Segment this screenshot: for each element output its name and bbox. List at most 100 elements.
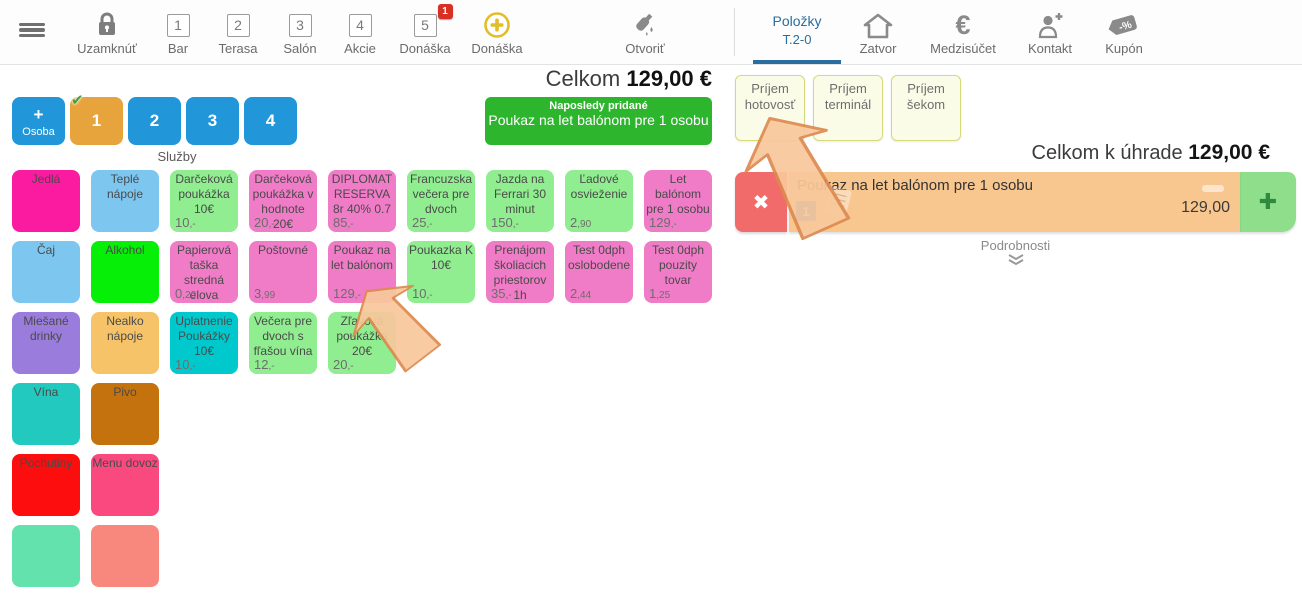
topbar-item-label: Donáška: [471, 41, 522, 56]
topbar-item-terasa[interactable]: 2Terasa: [206, 0, 270, 64]
product-tile[interactable]: Poukaz na let balónom129,-: [328, 241, 396, 303]
table-number-icon: 4: [349, 10, 372, 40]
order-total-value: 129,00 €: [626, 66, 712, 91]
payment-button[interactable]: Príjem hotovosť: [735, 75, 805, 141]
hamburger-icon: [19, 15, 45, 45]
price-placeholder: [1202, 185, 1224, 192]
topbar-item-sublabel: T.2-0: [783, 32, 812, 47]
receipt-item-row: ✖ Poukaz na let balónom pre 1 osobu 1 12…: [735, 172, 1296, 232]
product-grid: JedláTeplé nápojeDarčeková poukážka 10€1…: [12, 170, 712, 596]
topbar-item-kupon[interactable]: -%Kupón: [1089, 0, 1159, 64]
product-tile-price: 10,-: [175, 357, 196, 372]
product-tile[interactable]: [91, 525, 159, 587]
bottle-icon: [631, 10, 659, 40]
product-tile[interactable]: Papierová taška stredná elova0,20: [170, 241, 238, 303]
topbar-item-menu[interactable]: [0, 0, 64, 64]
product-tile-title: Alkohol: [91, 241, 159, 258]
product-tile[interactable]: Nealko nápoje: [91, 312, 159, 374]
topbar-item-bar[interactable]: 1Bar: [150, 0, 206, 64]
product-tile[interactable]: Pivo: [91, 383, 159, 445]
product-tile[interactable]: Vína: [12, 383, 80, 445]
product-tile[interactable]: Test 0dph pouzity tovar1,25: [644, 241, 712, 303]
topbar-divider: [734, 8, 735, 56]
product-tile[interactable]: Poštovné 3,99: [249, 241, 317, 303]
product-tile-price: 85,-: [333, 215, 354, 230]
receipt-item[interactable]: Poukaz na let balónom pre 1 osobu 1 129,…: [789, 172, 1240, 232]
topbar-item-polozky[interactable]: PoložkyT.2-0: [753, 0, 841, 64]
product-tile-title: Večera pre dvoch s fľašou vína: [249, 312, 317, 359]
product-tile-title: Jazda na Ferrari 30 minut: [486, 170, 554, 217]
topbar-item-donaska-plus[interactable]: Donáška: [460, 0, 534, 64]
product-grid-row: Miešané drinkyNealko nápojeUplatnenie Po…: [12, 312, 712, 374]
person-selector: +Osoba1✔234: [12, 97, 297, 145]
product-tile[interactable]: Let balónom pre 1 osobu129,-: [644, 170, 712, 232]
details-toggle[interactable]: Podrobnosti: [735, 238, 1296, 266]
product-tile[interactable]: Miešané drinky: [12, 312, 80, 374]
topbar-item-donaska-5[interactable]: 51Donáška: [390, 0, 460, 64]
product-tile[interactable]: Jedlá: [12, 170, 80, 232]
person-button-2[interactable]: 2: [128, 97, 181, 145]
product-tile[interactable]: Uplatnenie Poukážky 10€10,-: [170, 312, 238, 374]
product-tile[interactable]: DIPLOMAT RESERVA 8r 40% 0.785,-: [328, 170, 396, 232]
product-tile[interactable]: Menu dovoz: [91, 454, 159, 516]
product-tile[interactable]: Večera pre dvoch s fľašou vína12,-: [249, 312, 317, 374]
product-tile[interactable]: Jazda na Ferrari 30 minut150,-: [486, 170, 554, 232]
product-tile[interactable]: Ľadové osvieženie2,90: [565, 170, 633, 232]
topbar-item-label: Kupón: [1105, 41, 1143, 56]
add-person-button[interactable]: +Osoba: [12, 97, 65, 145]
topbar-item-uzamknut[interactable]: Uzamknúť: [64, 0, 150, 64]
add-quantity-button[interactable]: ✚: [1240, 172, 1296, 232]
product-tile[interactable]: Francuzska večera pre dvoch25,-: [407, 170, 475, 232]
product-tile-title: Poštovné: [249, 241, 317, 258]
receipt-item-price: 129,00: [1181, 199, 1230, 217]
product-tile-title: DIPLOMAT RESERVA 8r 40% 0.7: [328, 170, 396, 217]
product-tile[interactable]: Poukazka K 10€10,-: [407, 241, 475, 303]
topbar-item-otvorit[interactable]: Otvoriť: [570, 0, 720, 64]
category-label: Služby: [12, 149, 342, 164]
table-number-icon: 1: [167, 10, 190, 40]
product-tile[interactable]: Test 0dph oslobodene2,44: [565, 241, 633, 303]
topbar-item-salon[interactable]: 3Salón: [270, 0, 330, 64]
check-icon: ✔: [71, 91, 84, 109]
product-tile[interactable]: Čaj: [12, 241, 80, 303]
product-tile-title: Poukazka K 10€: [407, 241, 475, 273]
topbar-item-label: Akcie: [344, 41, 376, 56]
product-tile[interactable]: Teplé nápoje: [91, 170, 159, 232]
topbar-item-zatvor[interactable]: Zatvor: [841, 0, 915, 64]
topbar-item-kontakt[interactable]: Kontakt: [1011, 0, 1089, 64]
last-added-item: Poukaz na let balónom pre 1 osobu: [485, 112, 712, 128]
product-tile-price: 3,99: [254, 286, 275, 301]
product-tile-title: Pochutiny: [12, 454, 80, 471]
product-tile-price: 150,-: [491, 215, 519, 230]
product-tile[interactable]: Darčeková poukážka 10€10,-: [170, 170, 238, 232]
product-tile[interactable]: Darčeková poukážka v hodnote 20€20,-: [249, 170, 317, 232]
topbar-item-akcie[interactable]: 4Akcie: [330, 0, 390, 64]
product-tile-price: 0,20: [175, 286, 196, 301]
product-tile-price: 129,-: [649, 215, 677, 230]
topbar-item-label: Kontakt: [1028, 41, 1072, 56]
topbar-item-label: Uzamknúť: [77, 41, 137, 56]
plus-circle-icon: [483, 10, 511, 40]
product-tile-title: Test 0dph oslobodene: [565, 241, 633, 273]
product-grid-row: JedláTeplé nápojeDarčeková poukážka 10€1…: [12, 170, 712, 232]
table-number-icon: 3: [289, 10, 312, 40]
product-tile[interactable]: Prenájom školiacich priestorov 1h35,-: [486, 241, 554, 303]
details-label: Podrobnosti: [735, 238, 1296, 253]
product-tile[interactable]: Zľavová poukážka 20€20,-: [328, 312, 396, 374]
last-added-button[interactable]: Naposledy pridané Poukaz na let balónom …: [485, 97, 712, 145]
amount-due-value: 129,00 €: [1188, 141, 1270, 164]
product-tile[interactable]: [12, 525, 80, 587]
payment-button[interactable]: Príjem šekom: [891, 75, 961, 141]
product-tile[interactable]: Alkohol: [91, 241, 159, 303]
amount-due-label: Celkom k úhrade: [1032, 142, 1183, 164]
product-tile[interactable]: Pochutiny: [12, 454, 80, 516]
product-tile-title: Pivo: [91, 383, 159, 400]
person-button-3[interactable]: 3: [186, 97, 239, 145]
payment-button[interactable]: Príjem terminál: [813, 75, 883, 141]
topbar-item-medzisucet[interactable]: €Medzisúčet: [915, 0, 1011, 64]
person-button-1[interactable]: 1✔: [70, 97, 123, 145]
remove-item-button[interactable]: ✖: [735, 172, 787, 232]
person-plus-icon: [1036, 10, 1064, 40]
person-button-4[interactable]: 4: [244, 97, 297, 145]
product-tile-title: Čaj: [12, 241, 80, 258]
